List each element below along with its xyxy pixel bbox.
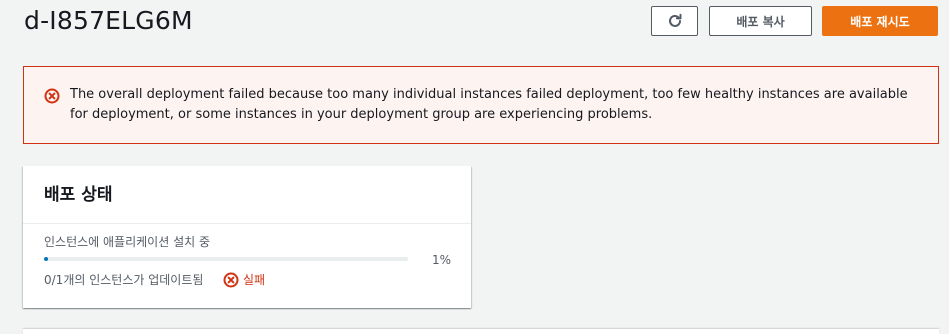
deployment-status-card: 배포 상태 인스턴스에 애플리케이션 설치 중 1% 0/1개의 인스턴스가 업… bbox=[23, 166, 471, 308]
deployment-detail-page: d-I857ELG6M 배포 복사 배포 재시도 The overall dep… bbox=[0, 0, 949, 334]
error-circle-icon bbox=[223, 272, 239, 288]
status-badge: 실패 bbox=[243, 273, 266, 287]
alert-message: The overall deployment failed because to… bbox=[70, 87, 908, 122]
refresh-button[interactable] bbox=[651, 6, 698, 36]
card-title: 배포 상태 bbox=[44, 185, 113, 205]
page-title: d-I857ELG6M bbox=[24, 6, 193, 35]
progress-label: 인스턴스에 애플리케이션 설치 중 bbox=[44, 235, 211, 249]
card-header: 배포 상태 bbox=[23, 166, 471, 224]
progress-bar-fill bbox=[44, 257, 48, 261]
next-section-card bbox=[23, 329, 939, 334]
instances-updated-text: 0/1개의 인스턴스가 업데이트됨 bbox=[44, 273, 204, 287]
refresh-icon bbox=[668, 13, 681, 27]
progress-percent: 1% bbox=[432, 253, 452, 267]
error-alert: The overall deployment failed because to… bbox=[23, 66, 939, 144]
progress-bar bbox=[44, 257, 408, 261]
retry-deployment-button[interactable]: 배포 재시도 bbox=[822, 6, 938, 36]
error-circle-icon bbox=[44, 88, 60, 104]
copy-deployment-button[interactable]: 배포 복사 bbox=[709, 6, 812, 36]
